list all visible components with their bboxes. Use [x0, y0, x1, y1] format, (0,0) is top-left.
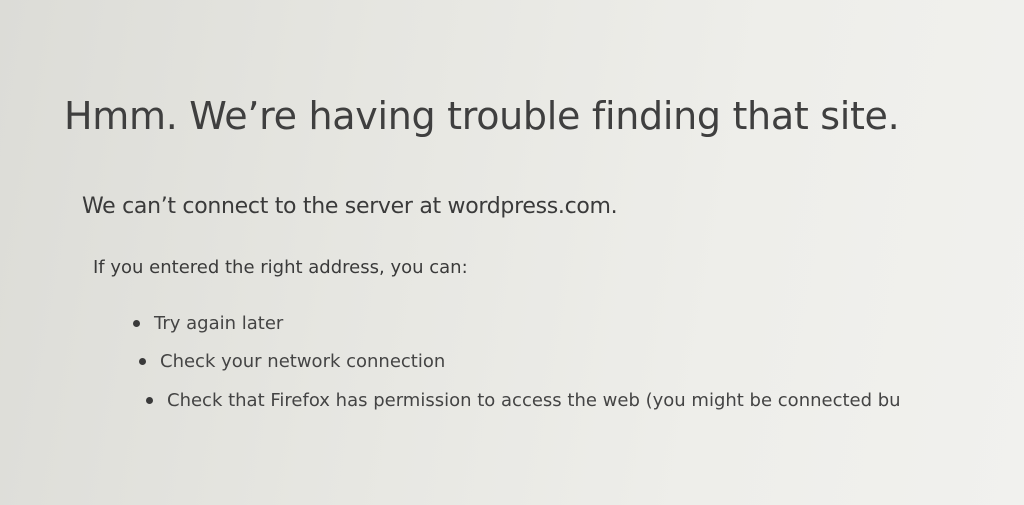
bullet-icon [133, 319, 140, 327]
list-item: Check your network connection [139, 351, 445, 372]
bullet-icon [146, 396, 153, 404]
page-title: Hmm. We’re having trouble finding that s… [64, 94, 900, 138]
suggestion-text: Try again later [154, 313, 284, 334]
list-item: Check that Firefox has permission to acc… [146, 390, 901, 411]
error-page: Hmm. We’re having trouble finding that s… [0, 0, 1024, 505]
suggestion-text: Check that Firefox has permission to acc… [167, 390, 901, 411]
suggestions-intro: If you entered the right address, you ca… [93, 257, 468, 278]
error-description: We can’t connect to the server at wordpr… [82, 194, 618, 219]
list-item: Try again later [133, 313, 283, 334]
suggestion-text: Check your network connection [160, 351, 446, 372]
bullet-icon [139, 357, 146, 365]
